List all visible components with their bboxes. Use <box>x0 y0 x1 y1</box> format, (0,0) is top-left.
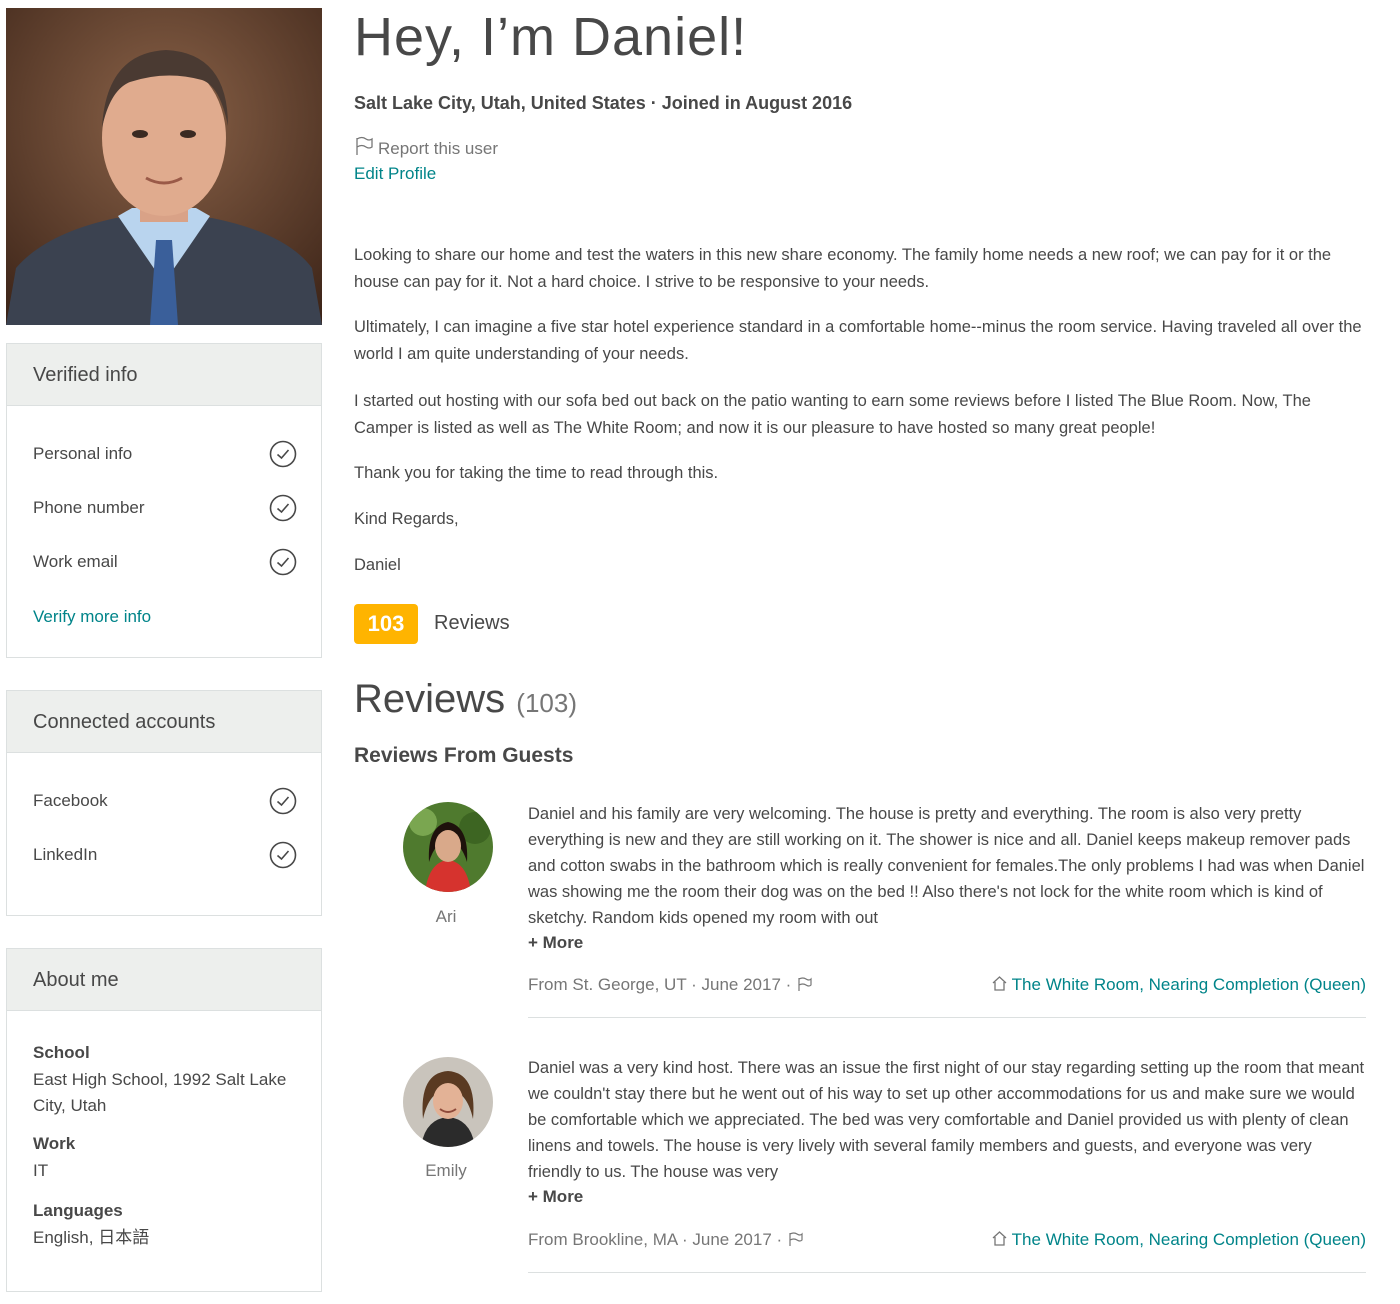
connected-item-label: LinkedIn <box>33 845 98 864</box>
reviews-heading: Reviews (103) <box>354 677 577 722</box>
bio-paragraph: Daniel <box>354 556 401 574</box>
location-joined: Salt Lake City, Utah, United States · Jo… <box>354 93 853 113</box>
connected-accounts-title: Connected accounts <box>7 691 321 753</box>
reviews-count: (103) <box>516 688 577 718</box>
school-label: School <box>33 1043 90 1062</box>
avatar[interactable] <box>403 1057 493 1147</box>
bio-paragraph: Thank you for taking the time to read th… <box>354 464 719 482</box>
verified-item-label: Phone number <box>33 498 145 517</box>
about-me-panel: About me School East High School, 1992 S… <box>6 948 322 1292</box>
connected-item-facebook: Facebook <box>33 787 297 817</box>
review-meta-text: From Brookline, MA · June 2017 · <box>528 1230 783 1249</box>
connected-accounts-panel: Connected accounts Facebook LinkedIn <box>6 690 322 916</box>
verified-info-panel: Verified info Personal info Phone number… <box>6 343 322 658</box>
review-divider <box>528 1017 1366 1018</box>
page-title: Hey, I’m Daniel! <box>354 7 748 67</box>
connected-item-linkedin: LinkedIn <box>33 841 297 871</box>
languages-value: English, 日本語 <box>33 1228 150 1247</box>
verified-item-work-email: Work email <box>33 548 297 578</box>
review-meta: From St. George, UT · June 2017 · <box>528 975 813 995</box>
flag-icon[interactable] <box>797 976 813 992</box>
reviews-subtitle: Reviews From Guests <box>354 744 574 767</box>
reviewer-name[interactable]: Ari <box>403 907 489 927</box>
check-circle-icon <box>269 440 297 468</box>
work-label: Work <box>33 1134 76 1153</box>
reviewer-name[interactable]: Emily <box>403 1161 489 1181</box>
listing-name[interactable]: The White Room, Nearing Completion (Quee… <box>1012 1230 1366 1249</box>
more-button[interactable]: + More <box>528 933 583 953</box>
listing-link[interactable]: The White Room, Nearing Completion (Quee… <box>991 1230 1366 1250</box>
verified-item-label: Work email <box>33 552 118 571</box>
check-circle-icon <box>269 494 297 522</box>
listing-name[interactable]: The White Room, Nearing Completion (Quee… <box>1012 975 1366 994</box>
report-user-link[interactable]: Report this user <box>354 136 498 159</box>
review-meta-text: From St. George, UT · June 2017 · <box>528 975 792 994</box>
verified-item-label: Personal info <box>33 444 133 463</box>
review-meta: From Brookline, MA · June 2017 · <box>528 1230 804 1250</box>
connected-item-label: Facebook <box>33 791 108 810</box>
check-circle-icon <box>269 841 297 869</box>
review-text: Daniel and his family are very welcoming… <box>528 805 1365 927</box>
bio-paragraph: I started out hosting with our sofa bed … <box>354 392 1311 437</box>
bio-paragraph: Kind Regards, <box>354 510 459 528</box>
more-button[interactable]: + More <box>528 1187 583 1207</box>
review-count-label[interactable]: Reviews <box>434 612 510 635</box>
review-text: Daniel was a very kind host. There was a… <box>528 1059 1365 1181</box>
listing-link[interactable]: The White Room, Nearing Completion (Quee… <box>991 975 1366 995</box>
review-divider <box>528 1272 1366 1273</box>
bio-paragraph: Looking to share our home and test the w… <box>354 246 1332 291</box>
verified-info-title: Verified info <box>7 344 321 406</box>
home-icon <box>992 976 1007 991</box>
verified-item-phone-number: Phone number <box>33 494 297 524</box>
bio-paragraph: Ultimately, I can imagine a five star ho… <box>354 318 1362 363</box>
check-circle-icon <box>269 548 297 576</box>
home-icon <box>992 1231 1007 1246</box>
profile-photo <box>6 8 322 325</box>
school-value: East High School, 1992 Salt Lake City, U… <box>33 1070 287 1115</box>
languages-label: Languages <box>33 1201 123 1220</box>
verified-item-personal-info: Personal info <box>33 440 297 470</box>
review-count-badge[interactable]: 103 <box>354 604 418 644</box>
edit-profile-link[interactable]: Edit Profile <box>354 164 436 184</box>
flag-icon <box>356 136 373 155</box>
reviews-title: Reviews <box>354 677 506 721</box>
verify-more-info-link[interactable]: Verify more info <box>33 607 151 627</box>
about-me-title: About me <box>7 949 321 1011</box>
avatar[interactable] <box>403 802 493 892</box>
check-circle-icon <box>269 787 297 815</box>
report-user-label: Report this user <box>378 139 498 158</box>
work-value: IT <box>33 1161 49 1180</box>
flag-icon[interactable] <box>788 1231 804 1247</box>
